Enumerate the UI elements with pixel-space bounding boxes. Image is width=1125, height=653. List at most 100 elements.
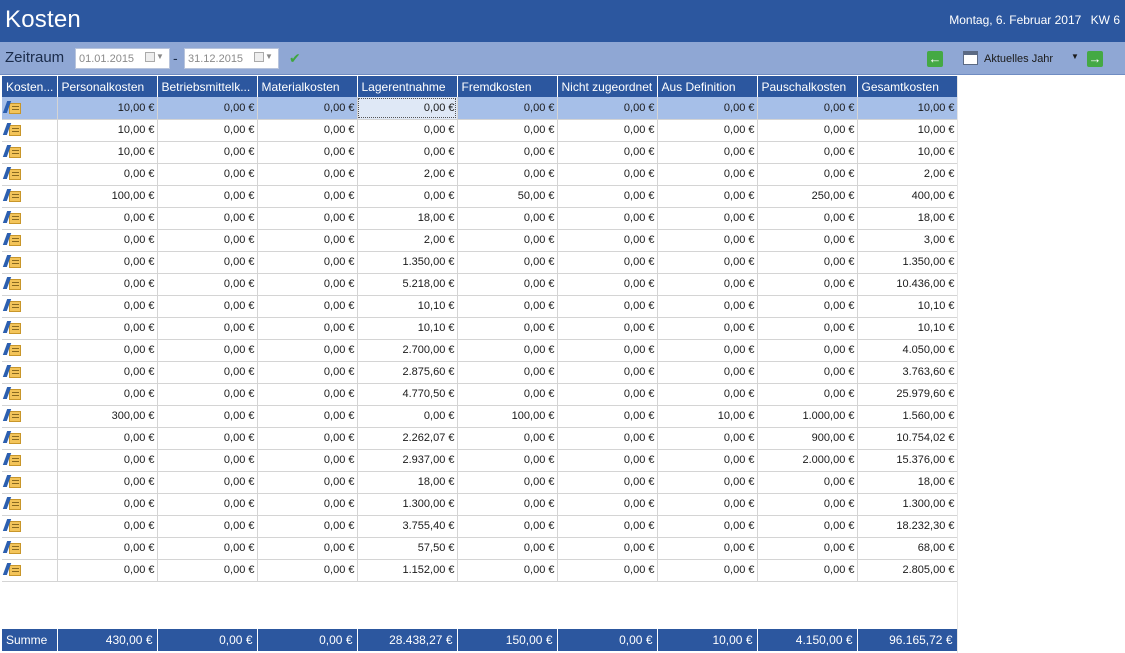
table-cell[interactable]: 0,00 € <box>257 185 358 208</box>
table-cell[interactable]: 0,00 € <box>57 251 158 274</box>
table-cell[interactable]: 18,00 € <box>357 471 458 494</box>
table-cell[interactable]: 0,00 € <box>757 119 858 142</box>
table-cell[interactable]: 0,00 € <box>157 515 258 538</box>
table-cell[interactable]: 0,00 € <box>257 163 358 186</box>
table-cell[interactable]: 0,00 € <box>157 339 258 362</box>
table-cell[interactable]: 0,00 € <box>557 163 658 186</box>
table-cell[interactable]: 3.763,60 € <box>857 361 958 384</box>
cost-type-cell[interactable] <box>2 449 58 472</box>
cost-type-cell[interactable] <box>2 229 58 252</box>
table-cell[interactable]: 0,00 € <box>457 141 558 164</box>
table-cell[interactable]: 0,00 € <box>257 449 358 472</box>
column-header[interactable]: Kosten... <box>2 76 58 97</box>
column-header[interactable]: Personalkosten <box>57 76 158 97</box>
table-cell[interactable]: 0,00 € <box>657 339 758 362</box>
table-cell[interactable]: 0,00 € <box>457 427 558 450</box>
column-header[interactable]: Aus Definition <box>657 76 758 97</box>
table-cell[interactable]: 0,00 € <box>257 317 358 340</box>
column-header[interactable]: Betriebsmittelk... <box>157 76 258 97</box>
table-cell[interactable]: 0,00 € <box>457 119 558 142</box>
table-cell[interactable]: 0,00 € <box>757 251 858 274</box>
table-cell[interactable]: 0,00 € <box>257 427 358 450</box>
table-cell[interactable]: 0,00 € <box>257 141 358 164</box>
cost-type-cell[interactable] <box>2 427 58 450</box>
table-cell[interactable]: 0,00 € <box>457 273 558 296</box>
table-cell[interactable]: 0,00 € <box>757 361 858 384</box>
table-cell[interactable]: 50,00 € <box>457 185 558 208</box>
table-cell[interactable]: 0,00 € <box>357 185 458 208</box>
table-cell[interactable]: 10,00 € <box>857 97 958 120</box>
table-cell[interactable]: 0,00 € <box>157 383 258 406</box>
table-cell[interactable]: 0,00 € <box>657 493 758 516</box>
table-cell[interactable]: 0,00 € <box>657 383 758 406</box>
table-cell[interactable]: 0,00 € <box>457 383 558 406</box>
table-cell[interactable]: 0,00 € <box>157 361 258 384</box>
table-row[interactable]: 0,00 €0,00 €0,00 €2.700,00 €0,00 €0,00 €… <box>2 339 958 362</box>
table-cell[interactable]: 0,00 € <box>57 339 158 362</box>
table-row[interactable]: 0,00 €0,00 €0,00 €18,00 €0,00 €0,00 €0,0… <box>2 207 958 230</box>
table-cell[interactable]: 0,00 € <box>257 251 358 274</box>
table-cell[interactable]: 2,00 € <box>357 163 458 186</box>
to-date-picker-button[interactable]: ▼ <box>254 51 276 66</box>
table-cell[interactable]: 1.350,00 € <box>857 251 958 274</box>
table-cell[interactable]: 10,10 € <box>857 317 958 340</box>
cost-type-cell[interactable] <box>2 295 58 318</box>
table-cell[interactable]: 0,00 € <box>457 493 558 516</box>
cost-type-cell[interactable] <box>2 493 58 516</box>
table-cell[interactable]: 0,00 € <box>757 559 858 582</box>
table-cell[interactable]: 0,00 € <box>757 339 858 362</box>
table-cell[interactable]: 0,00 € <box>657 229 758 252</box>
table-row[interactable]: 300,00 €0,00 €0,00 €0,00 €100,00 €0,00 €… <box>2 405 958 428</box>
table-cell[interactable]: 0,00 € <box>157 229 258 252</box>
table-cell[interactable]: 2.000,00 € <box>757 449 858 472</box>
table-cell[interactable]: 100,00 € <box>457 405 558 428</box>
table-cell[interactable]: 10,00 € <box>57 97 158 120</box>
table-cell[interactable]: 0,00 € <box>257 339 358 362</box>
table-cell[interactable]: 900,00 € <box>757 427 858 450</box>
table-cell[interactable]: 10,00 € <box>57 119 158 142</box>
column-header[interactable]: Nicht zugeordnet <box>557 76 658 97</box>
table-cell[interactable]: 0,00 € <box>157 141 258 164</box>
table-cell[interactable]: 0,00 € <box>557 405 658 428</box>
table-cell[interactable]: 0,00 € <box>557 537 658 560</box>
period-preset-dropdown[interactable]: Aktuelles Jahr ▼ <box>963 50 1081 68</box>
table-cell[interactable]: 2.805,00 € <box>857 559 958 582</box>
table-cell[interactable]: 0,00 € <box>257 493 358 516</box>
table-cell[interactable]: 0,00 € <box>657 163 758 186</box>
cost-type-cell[interactable] <box>2 537 58 560</box>
table-cell[interactable]: 0,00 € <box>457 471 558 494</box>
table-cell[interactable]: 10,00 € <box>657 405 758 428</box>
table-cell[interactable]: 0,00 € <box>657 471 758 494</box>
previous-period-arrow-icon[interactable]: ← <box>927 51 943 67</box>
cost-type-cell[interactable] <box>2 515 58 538</box>
table-cell[interactable]: 0,00 € <box>357 119 458 142</box>
next-period-arrow-icon[interactable]: → <box>1087 51 1103 67</box>
table-cell[interactable]: 0,00 € <box>257 515 358 538</box>
table-cell[interactable]: 0,00 € <box>557 449 658 472</box>
table-cell[interactable]: 0,00 € <box>557 207 658 230</box>
table-cell[interactable]: 0,00 € <box>657 537 758 560</box>
table-cell[interactable]: 0,00 € <box>257 273 358 296</box>
cost-type-cell[interactable] <box>2 119 58 142</box>
table-cell[interactable]: 0,00 € <box>57 317 158 340</box>
table-cell[interactable]: 0,00 € <box>157 273 258 296</box>
table-cell[interactable]: 18,00 € <box>857 471 958 494</box>
table-cell[interactable]: 0,00 € <box>157 537 258 560</box>
table-cell[interactable]: 0,00 € <box>657 119 758 142</box>
table-cell[interactable]: 0,00 € <box>557 317 658 340</box>
table-cell[interactable]: 0,00 € <box>557 559 658 582</box>
table-cell[interactable]: 4.770,50 € <box>357 383 458 406</box>
table-cell[interactable]: 0,00 € <box>757 493 858 516</box>
table-cell[interactable]: 0,00 € <box>657 559 758 582</box>
table-cell[interactable]: 0,00 € <box>257 471 358 494</box>
table-cell[interactable]: 0,00 € <box>57 207 158 230</box>
table-cell[interactable]: 0,00 € <box>657 185 758 208</box>
table-row[interactable]: 0,00 €0,00 €0,00 €10,10 €0,00 €0,00 €0,0… <box>2 317 958 340</box>
table-cell[interactable]: 0,00 € <box>657 97 758 120</box>
table-cell[interactable]: 0,00 € <box>57 515 158 538</box>
table-row[interactable]: 0,00 €0,00 €0,00 €4.770,50 €0,00 €0,00 €… <box>2 383 958 406</box>
table-cell[interactable]: 0,00 € <box>157 493 258 516</box>
table-cell[interactable]: 0,00 € <box>257 383 358 406</box>
cost-type-cell[interactable] <box>2 405 58 428</box>
cost-type-cell[interactable] <box>2 559 58 582</box>
